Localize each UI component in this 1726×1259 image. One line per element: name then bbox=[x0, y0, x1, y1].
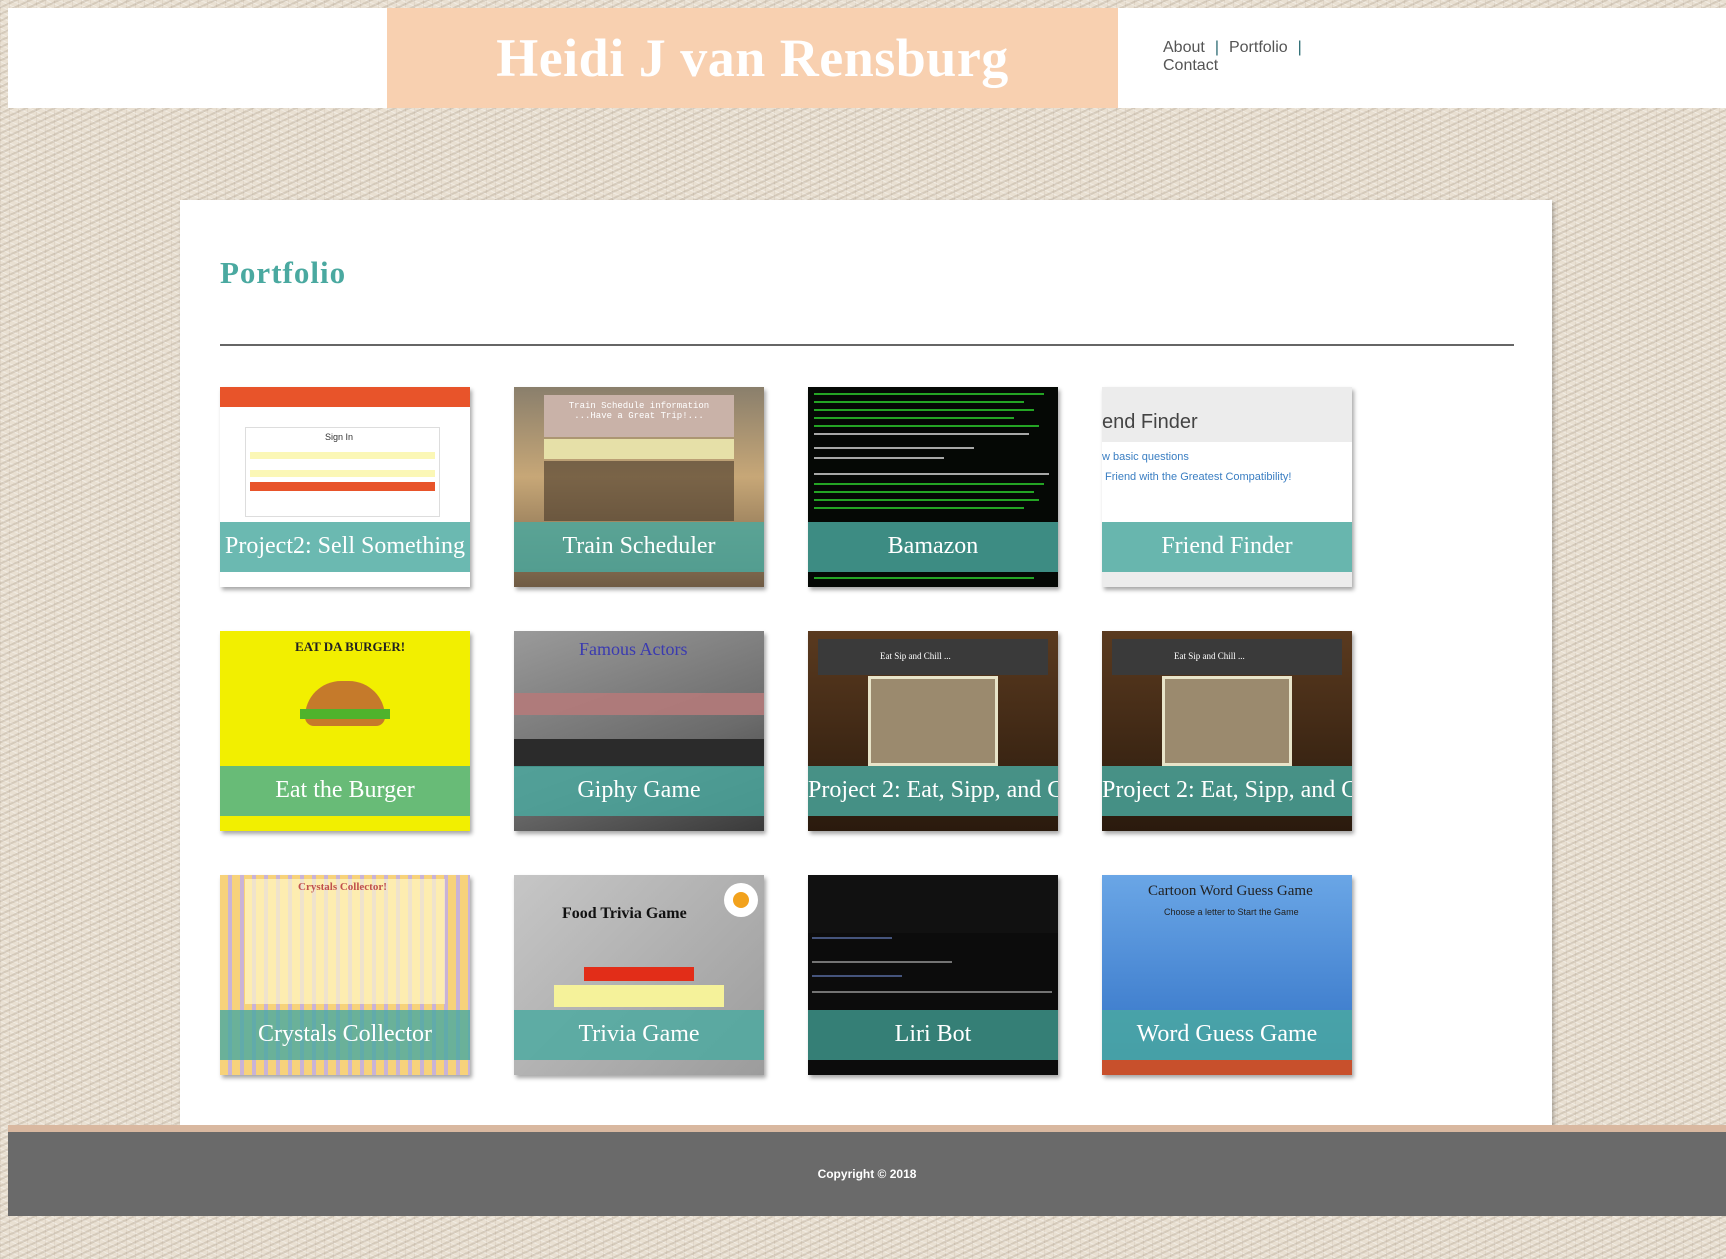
thumb-caption: Famous Actors bbox=[579, 639, 688, 659]
thumb-caption: Friend with the Greatest Compatibility! bbox=[1105, 471, 1292, 483]
project-label: Liri Bot bbox=[808, 1010, 1058, 1060]
thumb-caption: end Finder bbox=[1102, 411, 1198, 433]
thumb-caption: Train Schedule information ...Have a Gre… bbox=[568, 401, 710, 421]
thumb-caption: Eat Sip and Chill ... bbox=[880, 651, 951, 661]
project-card-eat-sipp-chill[interactable]: Eat Sip and Chill ... Project 2: Eat, Si… bbox=[808, 631, 1058, 831]
footer-accent-line bbox=[8, 1125, 1726, 1132]
copyright-text: Copyright © 2018 bbox=[817, 1167, 917, 1181]
project-label: Crystals Collector bbox=[220, 1010, 470, 1060]
nav-portfolio-link[interactable]: Portfolio bbox=[1229, 39, 1288, 56]
main-nav: About | Portfolio | Contact bbox=[1163, 39, 1343, 75]
portfolio-panel: Portfolio Sign In Project2: Sell Somethi… bbox=[180, 200, 1552, 1125]
project-card-trivia-game[interactable]: Food Trivia Game Trivia Game bbox=[514, 875, 764, 1075]
nav-about-link[interactable]: About bbox=[1163, 39, 1205, 56]
project-card-friend-finder[interactable]: end Finder w basic questions Friend with… bbox=[1102, 387, 1352, 587]
brand-banner: Heidi J van Rensburg bbox=[387, 8, 1118, 108]
project-label: Eat the Burger bbox=[220, 766, 470, 816]
project-card-eat-sipp-chill-2[interactable]: Eat Sip and Chill ... Project 2: Eat, Si… bbox=[1102, 631, 1352, 831]
thumb-caption: Sign In bbox=[325, 432, 354, 442]
nav-separator: | bbox=[1297, 39, 1302, 56]
site-header: Heidi J van Rensburg About | Portfolio | Co… bbox=[8, 8, 1726, 108]
project-label: Trivia Game bbox=[514, 1010, 764, 1060]
project-label: Train Scheduler bbox=[514, 522, 764, 572]
project-label: Friend Finder bbox=[1102, 522, 1352, 572]
nav-separator: | bbox=[1214, 39, 1219, 56]
project-label: Giphy Game bbox=[514, 766, 764, 816]
project-card-bamazon[interactable]: Bamazon bbox=[808, 387, 1058, 587]
project-card-word-guess-game[interactable]: Cartoon Word Guess Game Choose a letter … bbox=[1102, 875, 1352, 1075]
thumb-caption: Crystals Collector! bbox=[298, 881, 387, 893]
project-card-liri-bot[interactable]: Liri Bot bbox=[808, 875, 1058, 1075]
project-label: Project 2: Eat, Sipp, and Chill bbox=[1102, 766, 1352, 816]
divider bbox=[220, 344, 1514, 346]
project-card-train-scheduler[interactable]: Train Schedule information ...Have a Gre… bbox=[514, 387, 764, 587]
site-footer: Copyright © 2018 bbox=[8, 1132, 1726, 1216]
project-label: Project 2: Eat, Sipp, and Chill bbox=[808, 766, 1058, 816]
project-card-crystals-collector[interactable]: Crystals Collector! Crystals Collector bbox=[220, 875, 470, 1075]
project-card-giphy-game[interactable]: Famous Actors Giphy Game bbox=[514, 631, 764, 831]
thumb-caption: Eat Sip and Chill ... bbox=[1174, 651, 1245, 661]
thumb-caption: Food Trivia Game bbox=[562, 905, 687, 922]
thumb-caption: Cartoon Word Guess Game bbox=[1148, 883, 1313, 899]
project-label: Project2: Sell Something bbox=[220, 522, 470, 572]
site-title[interactable]: Heidi J van Rensburg bbox=[496, 27, 1009, 89]
project-label: Word Guess Game bbox=[1102, 1010, 1352, 1060]
project-label: Bamazon bbox=[808, 522, 1058, 572]
page-title: Portfolio bbox=[220, 255, 347, 290]
project-card-eat-the-burger[interactable]: EAT DA BURGER! Eat the Burger bbox=[220, 631, 470, 831]
nav-contact-link[interactable]: Contact bbox=[1163, 57, 1218, 74]
project-card-sell-something[interactable]: Sign In Project2: Sell Something bbox=[220, 387, 470, 587]
burger-icon bbox=[305, 681, 385, 726]
thumb-caption: Choose a letter to Start the Game bbox=[1164, 907, 1299, 917]
thumb-caption: w basic questions bbox=[1102, 451, 1189, 463]
thumb-caption: EAT DA BURGER! bbox=[295, 639, 406, 654]
project-grid: Sign In Project2: Sell Something Train S… bbox=[220, 387, 1352, 1075]
